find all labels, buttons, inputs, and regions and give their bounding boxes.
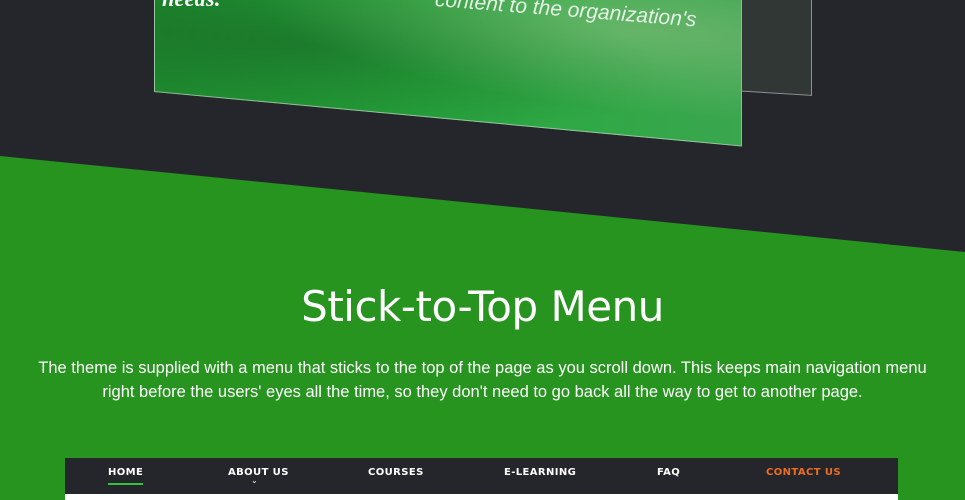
section-description: The theme is supplied with a menu that s… xyxy=(38,359,927,401)
panel-text-left: needs. xyxy=(162,0,221,12)
chevron-down-icon: ⌄ xyxy=(251,476,258,485)
menu-item-faq[interactable]: FAQ xyxy=(657,467,680,478)
menu-item-courses[interactable]: COURSES xyxy=(368,467,424,478)
menu-item-home[interactable]: HOME xyxy=(108,467,144,485)
menu-preview-page-body xyxy=(65,494,898,500)
menu-item-e-learning[interactable]: E-LEARNING xyxy=(504,467,576,478)
sticky-menu-preview: HOME ABOUT US ⌄ COURSES E-LEARNING FAQ C… xyxy=(65,458,898,494)
menu-item-about-us[interactable]: ABOUT US xyxy=(228,467,289,478)
section-title: Stick-to-Top Menu xyxy=(301,282,664,331)
menu-item-contact-us[interactable]: CONTACT US xyxy=(766,467,841,478)
